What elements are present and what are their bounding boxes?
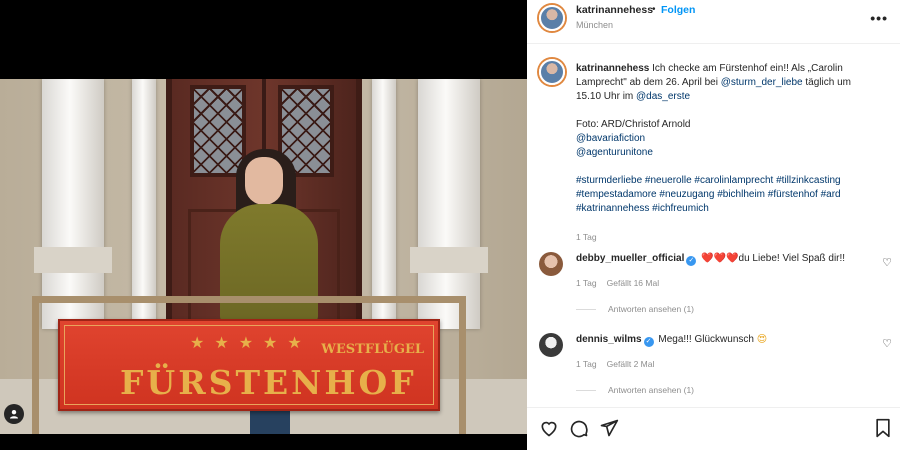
comment-meta: 1 Tag Gefällt 16 Mal (576, 278, 669, 288)
person-face (245, 157, 283, 205)
sign-stars: ★★★★★ (190, 333, 312, 352)
author-avatar[interactable] (539, 5, 565, 31)
door-window-left (190, 85, 246, 177)
author-username[interactable]: katrinannehess (576, 4, 653, 16)
caption-text-2: Lamprecht" ab dem 26. April bei (576, 77, 721, 88)
post-photo[interactable]: ★★★★★ WESTFLÜGEL FÜRSTENHOF (0, 79, 527, 434)
comment-body: dennis_wilms ✓ Mega!!! Glückwunsch 😍 (576, 333, 876, 347)
caption-username[interactable]: katrinannehess (576, 63, 649, 74)
comment-username[interactable]: debby_mueller_official (576, 253, 684, 264)
caption-avatar[interactable] (539, 59, 565, 85)
verified-badge-icon: ✓ (643, 337, 654, 347)
column-inner-right (372, 79, 396, 329)
caption-spacer-3 (576, 216, 886, 230)
like-comment-heart-icon[interactable]: ♡ (882, 337, 892, 350)
post-caption: katrinannehess Ich checke am Fürstenhof … (576, 62, 886, 244)
comment-item: dennis_wilms ✓ Mega!!! Glückwunsch 😍 ♡ 1 … (527, 333, 900, 403)
replies-divider (576, 308, 596, 310)
bookmark-icon[interactable] (874, 418, 892, 438)
hotel-sign: ★★★★★ WESTFLÜGEL FÜRSTENHOF (58, 319, 440, 411)
comment-icon[interactable] (569, 418, 589, 438)
view-replies-button[interactable]: Antworten ansehen (1) (576, 385, 694, 395)
tagged-users-button[interactable] (4, 404, 24, 424)
photo-credit: Foto: ARD/Christof Arnold (576, 119, 691, 130)
hashtags-line-1[interactable]: #sturmderliebe #neuerolle #carolinlampre… (576, 174, 886, 188)
heart-emojis: ❤️❤️❤️ (701, 253, 739, 264)
mention-agenturunitone[interactable]: @agenturunitone (576, 146, 886, 160)
comment-username[interactable]: dennis_wilms (576, 334, 642, 345)
caption-text-1: Ich checke am Fürstenhof ein!! Als „Caro… (652, 63, 843, 74)
column-left (42, 79, 104, 329)
caption-line-2: Lamprecht" ab dem 26. April bei @sturm_d… (576, 76, 886, 90)
post-location[interactable]: München (576, 20, 613, 30)
post-media-pane: ★★★★★ WESTFLÜGEL FÜRSTENHOF (0, 0, 527, 450)
caption-line-3: 15.10 Uhr im @das_erste (576, 90, 886, 104)
share-icon[interactable] (599, 418, 619, 438)
column-base-right (410, 247, 488, 273)
comment-likes[interactable]: Gefällt 16 Mal (607, 278, 659, 288)
comment-body: debby_mueller_official ✓ ❤️❤️❤️du Liebe! … (576, 252, 876, 266)
hashtags-line-2[interactable]: #tempestadamore #neuzugang #bichlheim #f… (576, 188, 886, 202)
sign-title: FÜRSTENHOF (120, 363, 417, 402)
comment-item: debby_mueller_official ✓ ❤️❤️❤️du Liebe! … (527, 252, 900, 322)
comment-time[interactable]: 1 Tag (576, 278, 597, 288)
caption-text-3: täglich um (802, 77, 851, 88)
view-replies-label[interactable]: Antworten ansehen (1) (608, 304, 694, 314)
caption-spacer-2 (576, 160, 886, 174)
header-separator: • (652, 4, 656, 15)
commenter-avatar[interactable] (539, 333, 563, 357)
view-replies-label[interactable]: Antworten ansehen (1) (608, 385, 694, 395)
like-comment-heart-icon[interactable]: ♡ (882, 256, 892, 269)
user-icon (10, 410, 18, 419)
post-actions-bar (527, 407, 900, 450)
column-base-left (34, 247, 112, 273)
comment-time[interactable]: 1 Tag (576, 359, 597, 369)
sign-subtitle: WESTFLÜGEL (321, 342, 424, 357)
column-right (418, 79, 480, 329)
caption-time[interactable]: 1 Tag (576, 230, 886, 244)
more-horizontal-icon[interactable]: ••• (870, 10, 888, 26)
comment-likes[interactable]: Gefällt 2 Mal (607, 359, 655, 369)
mention-bavariafiction[interactable]: @bavariafiction (576, 132, 886, 146)
comment-text: du Liebe! Viel Spaß dir!! (738, 253, 846, 264)
post-side-panel: katrinannehess • Folgen München ••• katr… (527, 0, 900, 450)
heart-eyes-emoji: 😍 (756, 334, 768, 345)
heart-icon[interactable] (539, 418, 559, 438)
replies-divider (576, 389, 596, 391)
column-inner-left (132, 79, 156, 329)
mention-sturm-der-liebe[interactable]: @sturm_der_liebe (721, 77, 803, 88)
comment-meta: 1 Tag Gefällt 2 Mal (576, 359, 664, 369)
hashtags-line-3[interactable]: #katrinannehess #ichfreumich (576, 202, 886, 216)
verified-badge-icon: ✓ (686, 256, 697, 266)
commenter-avatar[interactable] (539, 252, 563, 276)
caption-text-4: 15.10 Uhr im (576, 91, 637, 102)
mention-das-erste[interactable]: @das_erste (636, 91, 690, 102)
caption-line-1: katrinannehess Ich checke am Fürstenhof … (576, 62, 886, 76)
follow-button[interactable]: Folgen (661, 4, 695, 16)
comment-text: Mega!!! Glückwunsch (658, 334, 754, 345)
post-header: katrinannehess • Folgen München ••• (527, 0, 900, 44)
view-replies-button[interactable]: Antworten ansehen (1) (576, 304, 694, 314)
